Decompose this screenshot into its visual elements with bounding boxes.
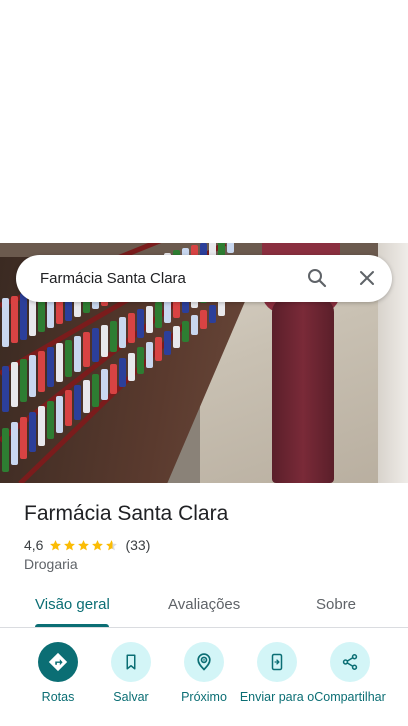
photo-product bbox=[209, 304, 216, 323]
photo-product bbox=[56, 343, 63, 383]
search-bar[interactable]: Farmácia Santa Clara bbox=[16, 255, 392, 302]
photo-product bbox=[110, 320, 117, 353]
send-to-phone-button[interactable]: Enviar para o bbox=[237, 642, 317, 704]
photo-product bbox=[92, 374, 99, 407]
photo-product bbox=[65, 390, 72, 427]
action-row: Rotas Salvar Próximo Enviar para o Compa… bbox=[0, 642, 408, 726]
send-to-phone-label: Enviar para o bbox=[239, 690, 315, 704]
photo-product bbox=[227, 243, 234, 253]
photo-product bbox=[20, 358, 27, 402]
map-blank-area bbox=[0, 0, 408, 243]
photo-product bbox=[20, 293, 27, 340]
share-button[interactable]: Compartilhar bbox=[310, 642, 390, 704]
photo-product bbox=[119, 317, 126, 348]
tab-overview[interactable]: Visão geral bbox=[35, 596, 110, 613]
search-input[interactable]: Farmácia Santa Clara bbox=[40, 270, 392, 287]
place-category[interactable]: Drogaria bbox=[24, 556, 78, 572]
photo-product bbox=[200, 310, 207, 329]
nearby-button[interactable]: Próximo bbox=[164, 642, 244, 704]
photo-product bbox=[38, 351, 45, 393]
photo-product bbox=[74, 335, 81, 373]
star-icon bbox=[92, 539, 104, 550]
photo-product bbox=[11, 362, 18, 407]
rating-stars bbox=[49, 539, 119, 552]
star-icon bbox=[106, 539, 118, 550]
photo-product bbox=[101, 368, 108, 401]
bookmark-icon bbox=[126, 654, 136, 670]
search-icon[interactable] bbox=[305, 266, 329, 290]
rating-value: 4,6 bbox=[24, 537, 44, 553]
send-to-phone-icon bbox=[271, 653, 283, 671]
place-title: Farmácia Santa Clara bbox=[24, 502, 229, 525]
directions-label: Rotas bbox=[41, 690, 75, 704]
photo-product bbox=[20, 417, 27, 459]
photo-product bbox=[11, 295, 18, 344]
photo-product bbox=[2, 298, 9, 348]
nearby-circle bbox=[184, 642, 224, 682]
photo-product bbox=[47, 401, 54, 440]
rating-row[interactable]: 4,6 (33) bbox=[24, 536, 150, 554]
photo-product bbox=[101, 324, 108, 358]
photo-product bbox=[2, 366, 9, 412]
photo-product bbox=[110, 363, 117, 394]
photo-product bbox=[128, 352, 135, 381]
photo-product bbox=[119, 358, 126, 388]
photo-product bbox=[137, 347, 144, 375]
photo-product bbox=[146, 305, 153, 333]
photo-product bbox=[11, 422, 18, 466]
share-icon bbox=[342, 654, 358, 670]
photo-product bbox=[92, 328, 99, 363]
photo-product bbox=[155, 301, 162, 328]
photo-product bbox=[191, 315, 198, 336]
send-to-phone-circle bbox=[257, 642, 297, 682]
close-icon[interactable] bbox=[355, 266, 379, 290]
photo-product bbox=[47, 347, 54, 388]
photo-product bbox=[56, 395, 63, 433]
photo-product bbox=[65, 339, 72, 378]
save-circle bbox=[111, 642, 151, 682]
save-label: Salvar bbox=[113, 690, 149, 704]
photo-product bbox=[146, 342, 153, 368]
tab-bar: Visão geral Avaliações Sobre bbox=[0, 588, 408, 628]
share-label: Compartilhar bbox=[314, 690, 386, 704]
share-circle bbox=[330, 642, 370, 682]
photo-product bbox=[2, 427, 9, 472]
save-button[interactable]: Salvar bbox=[91, 642, 171, 704]
photo-product bbox=[83, 332, 90, 368]
photo-product bbox=[83, 379, 90, 414]
directions-button[interactable]: Rotas bbox=[18, 642, 98, 704]
photo-product bbox=[173, 326, 180, 349]
tab-about[interactable]: Sobre bbox=[316, 596, 356, 613]
tab-reviews[interactable]: Avaliações bbox=[168, 596, 240, 613]
photo-person bbox=[272, 298, 334, 483]
directions-icon bbox=[48, 652, 68, 672]
photo-product bbox=[29, 411, 36, 453]
directions-circle bbox=[38, 642, 78, 682]
photo-product bbox=[29, 354, 36, 398]
photo-product bbox=[137, 309, 144, 338]
star-icon bbox=[64, 539, 76, 550]
photo-product bbox=[38, 406, 45, 446]
star-icon bbox=[78, 539, 90, 550]
photo-product bbox=[74, 384, 81, 420]
photo-product bbox=[182, 320, 189, 342]
photo-product bbox=[164, 331, 171, 355]
nearby-label: Próximo bbox=[181, 690, 227, 704]
photo-product bbox=[155, 336, 162, 362]
nearby-icon bbox=[197, 653, 211, 671]
star-icon bbox=[50, 539, 62, 550]
tab-active-indicator bbox=[35, 624, 109, 627]
review-count[interactable]: (33) bbox=[125, 537, 150, 553]
photo-product bbox=[128, 313, 135, 343]
